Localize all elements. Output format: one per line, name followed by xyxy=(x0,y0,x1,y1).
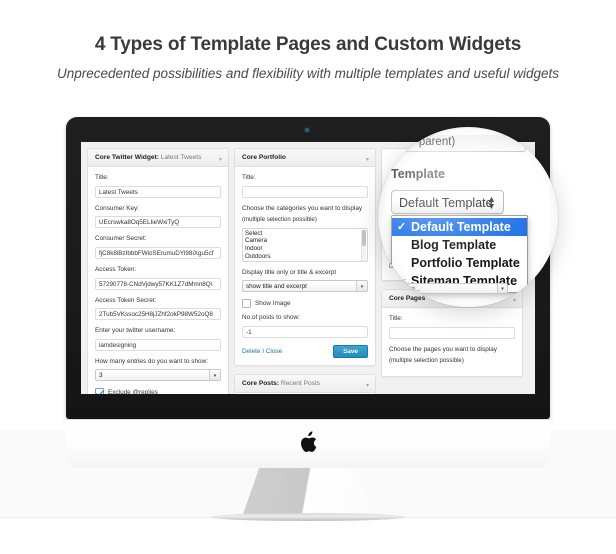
menu-item-portfolio-template[interactable]: Portfolio Template xyxy=(392,254,527,272)
chevron-down-icon[interactable]: ▾ xyxy=(366,382,369,389)
input-access-token[interactable]: 57290778-CNdVjdwy57KK1Z7dMmn8Q\ xyxy=(95,277,221,290)
widget-core-posts[interactable]: Core Posts: Recent Posts ▾ Title: xyxy=(234,373,376,394)
menu-item-label: Portfolio Template xyxy=(411,256,520,270)
list-item[interactable]: Camera xyxy=(245,237,365,245)
label-access-token: Access Token: xyxy=(95,265,137,273)
hint-multiple-selection: (multiple selection possible) xyxy=(242,216,317,224)
show-image-under-label: Show Image xyxy=(402,302,439,307)
list-item[interactable]: Outdoors xyxy=(245,253,365,261)
page-subtitle: Unprecedented possibilities and flexibil… xyxy=(56,66,560,81)
chevron-down-icon[interactable]: ▾ xyxy=(356,281,367,292)
show-image-under[interactable]: Show Image xyxy=(388,299,438,307)
label-consumer-key: Consumer Key: xyxy=(95,204,140,212)
magnifier-lens: (no parent) Template Default Template ▲ ▼… xyxy=(378,127,558,307)
menu-item-blog-template[interactable]: Blog Template xyxy=(392,236,527,254)
widget-core-twitter[interactable]: Core Twitter Widget: Latest Tweets ▾ Tit… xyxy=(87,148,229,394)
label-portfolio-title: Title: xyxy=(242,174,256,181)
menu-item-label: Blog Template xyxy=(411,238,497,252)
widget-column-1: Core Twitter Widget: Latest Tweets ▾ Tit… xyxy=(87,148,229,394)
widget-body-core-pages: Title: Choose the pages you want to disp… xyxy=(382,308,522,376)
widget-body-twitter: Title: Latest Tweets Consumer Key: UEcrs… xyxy=(88,167,228,394)
input-twitter-username[interactable]: iamdesigning xyxy=(95,338,221,351)
template-label: Template xyxy=(391,167,445,181)
imac-chin xyxy=(66,419,550,468)
input-portfolio-title[interactable] xyxy=(242,185,368,198)
delete-close-link[interactable]: Delete I Close xyxy=(242,348,282,355)
menu-item-default-template[interactable]: ✓ Default Template xyxy=(392,218,527,236)
select-display-mode[interactable]: show title and excerpt ▾ xyxy=(242,280,368,293)
page-title: 4 Types of Template Pages and Custom Wid… xyxy=(94,34,522,55)
apple-logo-icon xyxy=(301,431,317,452)
widget-column-2: Core Portfolio ▾ Title: Choose the categ… xyxy=(234,148,376,394)
display-select-under-value: show titl... xyxy=(392,286,420,293)
display-label-under: Disp... xyxy=(388,275,407,282)
checkbox-show-image[interactable]: Show Image xyxy=(242,299,368,309)
page-header: 4 Types of Template Pages and Custom Wid… xyxy=(0,34,616,81)
chevron-down-icon[interactable]: ▾ xyxy=(219,156,222,163)
page-root: 4 Types of Template Pages and Custom Wid… xyxy=(0,0,616,554)
label-title: Title: xyxy=(95,174,109,181)
widget-footer-portfolio: Delete I Close Save xyxy=(242,344,368,358)
widget-core-portfolio[interactable]: Core Portfolio ▾ Title: Choose the categ… xyxy=(234,148,376,366)
stepper-icon[interactable]: ▲ ▼ xyxy=(486,194,497,212)
magnifier-content: (no parent) Template Default Template ▲ ▼… xyxy=(378,127,558,307)
input-title[interactable]: Latest Tweets xyxy=(95,185,221,198)
label-choose-categories: Choose the categories you want to displa… xyxy=(242,204,363,212)
checkbox-icon[interactable] xyxy=(242,299,251,309)
listbox-categories[interactable]: Select Camera Indoor Outdoors xyxy=(242,227,368,262)
input-posts-count[interactable]: -1 xyxy=(242,325,368,338)
label-consumer-secret: Consumer Secret: xyxy=(95,235,147,243)
widget-title-portfolio: Core Portfolio xyxy=(242,154,286,161)
select-entries-count[interactable]: 3 ▾ xyxy=(95,369,221,382)
imac-stand-neck xyxy=(242,468,374,517)
hint-pages-multiple: (multiple selection possible) xyxy=(389,357,464,365)
list-item[interactable]: Indoor xyxy=(245,245,365,253)
widget-header-twitter[interactable]: Core Twitter Widget: Latest Tweets ▾ xyxy=(88,149,228,167)
input-consumer-secret[interactable]: fjC8k8iBzIbbbFWioSErumuDYl98iXgu5cf xyxy=(95,246,221,259)
label-core-pages-title: Title: xyxy=(389,315,403,322)
input-core-pages-title[interactable] xyxy=(389,326,515,339)
label-display-mode: Display title only or title & excerpt xyxy=(242,268,337,276)
camera-icon xyxy=(305,128,309,132)
label-twitter-username: Enter your twitter username: xyxy=(95,327,176,335)
widget-body-core-posts: Title: xyxy=(235,393,375,394)
list-item[interactable]: Select xyxy=(245,230,365,238)
imac-stand-base xyxy=(210,513,406,521)
chevron-down-icon[interactable]: ▾ xyxy=(209,370,220,381)
template-dropdown-menu[interactable]: ✓ Default Template Blog Template Portfol… xyxy=(391,215,528,293)
template-select-value: Default Template xyxy=(399,196,493,210)
widget-subtitle-core-posts: Recent Posts xyxy=(280,379,321,387)
display-select-under[interactable]: show titl... ▾ xyxy=(388,283,508,294)
save-button[interactable]: Save xyxy=(333,344,368,358)
label-access-token-secret: Access Token Secret: xyxy=(95,296,157,304)
widget-header-portfolio[interactable]: Core Portfolio ▾ xyxy=(235,149,375,167)
checkbox-icon[interactable] xyxy=(95,388,104,394)
checkbox-icon[interactable] xyxy=(388,299,397,307)
checkbox-label-exclude-replies: Exclude @replies xyxy=(108,389,158,394)
widget-subtitle-twitter: Latest Tweets xyxy=(160,154,202,161)
widget-title-twitter: Core Twitter Widget: xyxy=(95,154,159,161)
chevron-down-icon[interactable]: ▾ xyxy=(366,156,369,163)
select-entries-value: 3 xyxy=(99,372,103,380)
widget-title-core-posts: Core Posts: xyxy=(242,379,280,387)
widget-body-portfolio: Title: Choose the categories you want to… xyxy=(235,167,375,365)
parent-page-field[interactable]: (no parent) xyxy=(394,135,526,152)
label-entries-count: How many entries do you want to show: xyxy=(95,357,208,365)
check-icon: ✓ xyxy=(397,221,407,233)
input-consumer-key[interactable]: UEcrswka8Oq5ELIieWxiTyQ xyxy=(95,216,221,229)
widget-header-core-posts[interactable]: Core Posts: Recent Posts ▾ xyxy=(235,374,375,393)
menu-item-label: Default Template xyxy=(411,220,511,234)
checkbox-label-show-image: Show Image xyxy=(255,300,291,308)
label-choose-pages: Choose the pages you want to display xyxy=(389,345,498,353)
select-display-value: show title and excerpt xyxy=(246,283,307,291)
template-select[interactable]: Default Template ▲ ▼ xyxy=(391,190,504,214)
chevron-down-icon[interactable]: ▾ xyxy=(497,284,507,293)
input-access-token-secret[interactable]: 2Tub5VKssoc25H8jJZhf2okP98W52oQ8 xyxy=(95,308,221,321)
scrollbar[interactable] xyxy=(361,229,366,261)
label-posts-count: No.of posts to show: xyxy=(242,314,300,322)
checkbox-exclude-replies[interactable]: Exclude @replies xyxy=(95,388,221,394)
